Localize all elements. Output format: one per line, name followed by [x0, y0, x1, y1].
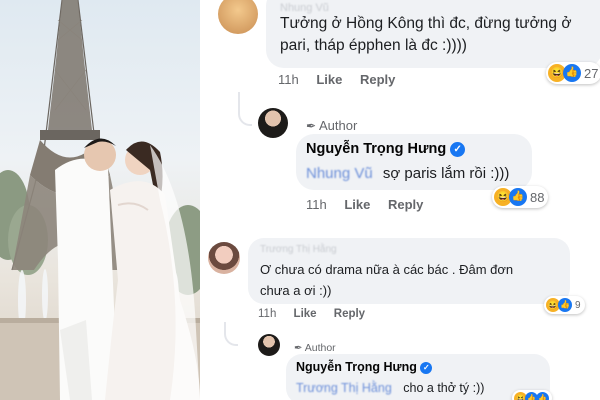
author-name[interactable]: Nguyễn Trọng Hưng	[306, 141, 446, 157]
comment-thread-1: Nhung Vũ Tưởng ở Hồng Kông thì đc, đừng …	[200, 0, 600, 228]
comment-actions: 11h Like Reply	[278, 72, 409, 87]
reply-text: cho a thở tý :))	[403, 381, 485, 395]
author-name-row: Nguyễn Trọng Hưng ✓	[306, 141, 466, 157]
reaction-count: 9	[575, 299, 581, 311]
reply-text: sợ paris lắm rồi :)))	[382, 165, 510, 182]
comment-time[interactable]: 11h	[278, 72, 299, 87]
wedding-photo	[0, 0, 200, 400]
comment-thread-2: Trương Thị Hằng Ơ chưa có drama nữa à cá…	[200, 228, 600, 400]
reply-bubble: Nguyễn Trọng Hưng ✓ Trương Thị Hằng cho …	[286, 354, 550, 400]
reply-bubble: Nguyễn Trọng Hưng ✓ Nhung Vũ sợ paris lắ…	[296, 134, 532, 190]
comment-text-line2: pari, tháp épphen là đc :))))	[280, 37, 467, 54]
commenter-avatar[interactable]	[208, 242, 240, 274]
reply-link[interactable]: Reply	[360, 72, 395, 87]
like-link[interactable]: Like	[294, 308, 317, 320]
reply-text-row: Trương Thị Hằng cho a thở tý :))	[296, 380, 484, 397]
mention-blurred[interactable]: Nhung Vũ	[306, 165, 373, 182]
author-tag-label: Author	[318, 118, 358, 133]
comment-bubble: Trương Thị Hằng Ơ chưa có drama nữa à cá…	[248, 238, 570, 304]
reply-actions: 11h Like Reply	[306, 197, 437, 212]
like-reaction-icon: 👍	[509, 188, 527, 206]
reaction-count: 27	[584, 65, 599, 81]
author-avatar[interactable]	[258, 334, 280, 356]
comment-actions: 11h Like Reply	[258, 308, 379, 320]
verified-badge-icon: ✓	[420, 361, 433, 374]
mention-blurred[interactable]: Trương Thị Hằng	[296, 381, 392, 395]
reply-connector	[238, 92, 252, 126]
commenter-avatar[interactable]	[218, 0, 258, 34]
comment-reactions[interactable]: 😆 👍 9	[544, 296, 585, 314]
pen-author-icon: ✒	[294, 343, 303, 354]
author-tag-label: Author	[304, 342, 336, 354]
reply-connector	[224, 322, 238, 346]
like-link[interactable]: Like	[316, 72, 342, 87]
author-tag: ✒ Author	[306, 118, 357, 133]
reaction-count: 88	[530, 189, 545, 205]
reply-text-row: Nhung Vũ sợ paris lắm rồi :)))	[306, 164, 509, 184]
author-name[interactable]: Nguyễn Trọng Hưng	[296, 360, 417, 374]
author-avatar[interactable]	[258, 108, 288, 138]
commenter-name-blurred[interactable]: Trương Thị Hằng	[260, 244, 337, 255]
like-reaction-icon: 👍	[563, 64, 581, 82]
comment-text-line1: Tưởng ở Hồng Kông thì đc, đừng tưởng ở	[280, 15, 572, 32]
commenter-name-blurred[interactable]: Nhung Vũ	[280, 2, 329, 14]
comment-time[interactable]: 11h	[258, 308, 276, 320]
reply-link[interactable]: Reply	[334, 308, 365, 320]
reply-link[interactable]: Reply	[388, 197, 423, 212]
like-link[interactable]: Like	[344, 197, 370, 212]
comment-reactions[interactable]: 😆 👍 27	[546, 62, 600, 84]
reply-time[interactable]: 11h	[306, 197, 327, 212]
pen-author-icon: ✒	[306, 119, 317, 133]
verified-badge-icon: ✓	[450, 141, 466, 157]
like-reaction-icon: 👍	[536, 391, 549, 400]
reply-reactions[interactable]: 😆 👍 👍	[512, 390, 552, 400]
author-name-row: Nguyễn Trọng Hưng ✓	[296, 360, 433, 374]
comment-text-line1: Ơ chưa có drama nữa à các bác . Đâm đơn	[260, 262, 514, 277]
comment-text-line2: chưa a ơi :))	[260, 283, 332, 298]
like-reaction-icon: 👍	[558, 298, 572, 312]
author-tag: ✒ Author	[294, 342, 336, 354]
eiffel-tower-illustration	[0, 0, 200, 400]
reply-reactions[interactable]: 😆 👍 88	[492, 186, 549, 208]
comment-bubble: Nhung Vũ Tưởng ở Hồng Kông thì đc, đừng …	[266, 0, 600, 68]
